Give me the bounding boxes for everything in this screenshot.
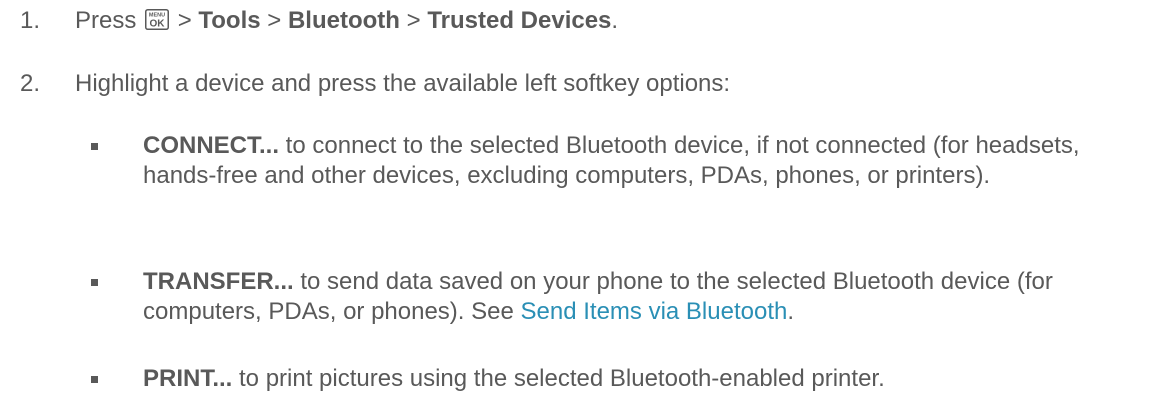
breadcrumb-separator: >: [399, 7, 428, 34]
step-text: Press MENU OK > Tools > Bluetooth > Trust…: [75, 7, 618, 35]
step-number: 2.: [20, 70, 41, 97]
step-end: .: [611, 7, 619, 34]
step-number: 1.: [20, 7, 41, 34]
send-items-link[interactable]: Send Items via Bluetooth: [521, 298, 788, 325]
breadcrumb-separator: >: [171, 7, 199, 34]
option-description: to print pictures using the selected Blu…: [232, 365, 885, 392]
menu-item-tools: Tools: [198, 7, 261, 34]
option-text: CONNECT... to connect to the selected Bl…: [143, 131, 1153, 191]
option-term: CONNECT...: [143, 132, 280, 159]
menu-ok-key-icon: MENUOK: [145, 9, 170, 30]
bullet-icon: [91, 376, 98, 383]
option-end: .: [787, 298, 795, 325]
instruction-page: 1. Press MENU OK > Tools > Bluetooth > Tr…: [0, 0, 1171, 413]
menu-item-trusted-devices: Trusted Devices: [427, 7, 612, 34]
option-term: PRINT...: [143, 365, 233, 392]
step-prefix: Press: [75, 7, 137, 34]
bullet-icon: [91, 279, 98, 286]
bullet-icon: [91, 143, 98, 150]
option-text: TRANSFER... to send data saved on your p…: [143, 267, 1153, 327]
breadcrumb-separator: >: [260, 7, 288, 34]
option-description: to connect to the selected Bluetooth dev…: [143, 132, 1080, 189]
option-text: PRINT... to print pictures using the sel…: [143, 364, 1153, 394]
step-text: Highlight a device and press the availab…: [75, 70, 731, 97]
menu-item-bluetooth: Bluetooth: [287, 7, 400, 34]
option-term: TRANSFER...: [143, 268, 294, 295]
key-icon-bottom-label: OK: [150, 19, 166, 30]
